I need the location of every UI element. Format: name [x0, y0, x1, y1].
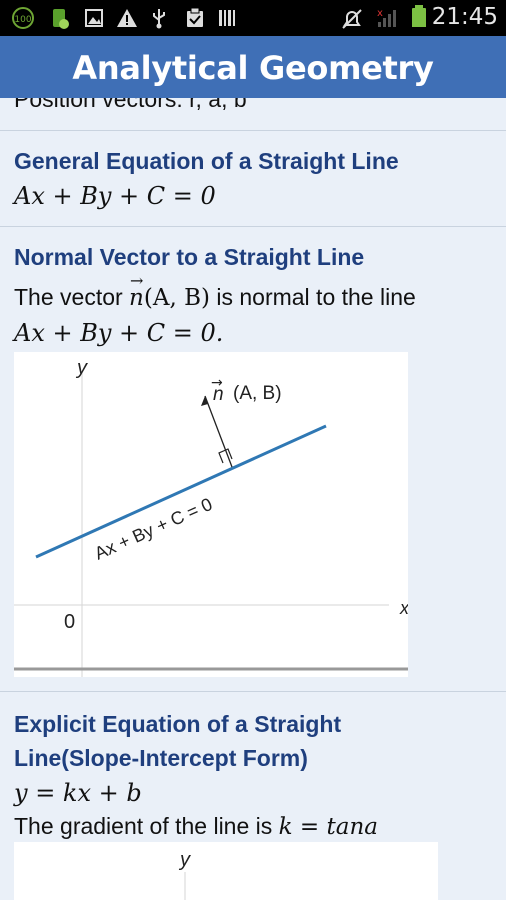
- signal-off-icon: x: [377, 8, 396, 27]
- y-axis-label: y: [178, 849, 191, 871]
- description-prefix: The vector: [14, 284, 123, 310]
- x-axis-label: x: [399, 598, 408, 618]
- origin-label: 0: [64, 611, 75, 633]
- gradient-description: The gradient of the line is k = tana: [14, 813, 378, 840]
- list-item-general-equation[interactable]: General Equation of a Straight Line Ax +…: [0, 131, 506, 226]
- list-item-position-vectors[interactable]: Position vectors: r, a, b: [0, 98, 506, 130]
- gradient-formula: k = tana: [278, 814, 378, 840]
- slope-intercept-diagram-svg: y: [178, 849, 191, 900]
- normal-vector-formula: Ax + By + C = 0.: [14, 319, 224, 347]
- slope-intercept-diagram: y: [14, 842, 438, 900]
- svg-text:100: 100: [14, 15, 31, 25]
- vector-n: → n: [129, 271, 144, 311]
- general-equation-formula: Ax + By + C = 0: [14, 182, 216, 210]
- android-debug-icon: [53, 9, 69, 29]
- svg-text:x: x: [377, 8, 383, 19]
- normal-vector-heading: Normal Vector to a Straight Line: [14, 244, 365, 270]
- vector-args: (A, B): [143, 285, 210, 311]
- battery-icon: [412, 5, 426, 27]
- straight-line: [35, 424, 327, 559]
- usb-icon: [153, 9, 165, 29]
- barcode-icon: [219, 10, 235, 26]
- explicit-equation-formula: y = kx + b: [14, 779, 142, 807]
- formula-list[interactable]: Position vectors: r, a, b General Equati…: [0, 98, 506, 900]
- list-item-normal-vector[interactable]: Normal Vector to a Straight Line The vec…: [0, 227, 506, 691]
- description-suffix: is normal to the line: [216, 284, 416, 310]
- clipboard-check-icon: [187, 7, 203, 27]
- page-title: Analytical Geometry: [72, 49, 434, 87]
- normal-vector-diagram: y x 0 n → (A, B) Ax + By + C = 0: [14, 352, 486, 677]
- warning-icon: [117, 9, 137, 27]
- list-item-explicit-equation[interactable]: Explicit Equation of a Straight Line(Slo…: [0, 692, 506, 900]
- y-axis-label: y: [75, 357, 88, 379]
- status-bar: 100 x 21:45: [0, 0, 506, 36]
- explicit-equation-heading-line1: Explicit Equation of a Straight: [14, 711, 342, 737]
- battery-100-icon: 100: [12, 7, 34, 29]
- vector-arrow-glyph: →: [211, 375, 223, 391]
- position-vectors-text: Position vectors: r, a, b: [14, 98, 247, 112]
- image-icon: [85, 9, 103, 27]
- vector-args-label: (A, B): [233, 383, 282, 404]
- alarm-off-icon: [342, 9, 362, 29]
- normal-vector-diagram-svg: y x 0 n → (A, B) Ax + By + C = 0: [14, 357, 486, 677]
- normal-vector-arrow: [204, 395, 233, 468]
- general-equation-heading: General Equation of a Straight Line: [14, 148, 399, 174]
- app-bar: Analytical Geometry: [0, 36, 506, 98]
- explicit-equation-heading-line2: Line(Slope-Intercept Form): [14, 745, 308, 771]
- normal-vector-description: The vector → n(A, B) is normal to the lin…: [14, 271, 416, 311]
- clock: 21:45: [431, 4, 498, 30]
- gradient-prefix: The gradient of the line is: [14, 813, 273, 839]
